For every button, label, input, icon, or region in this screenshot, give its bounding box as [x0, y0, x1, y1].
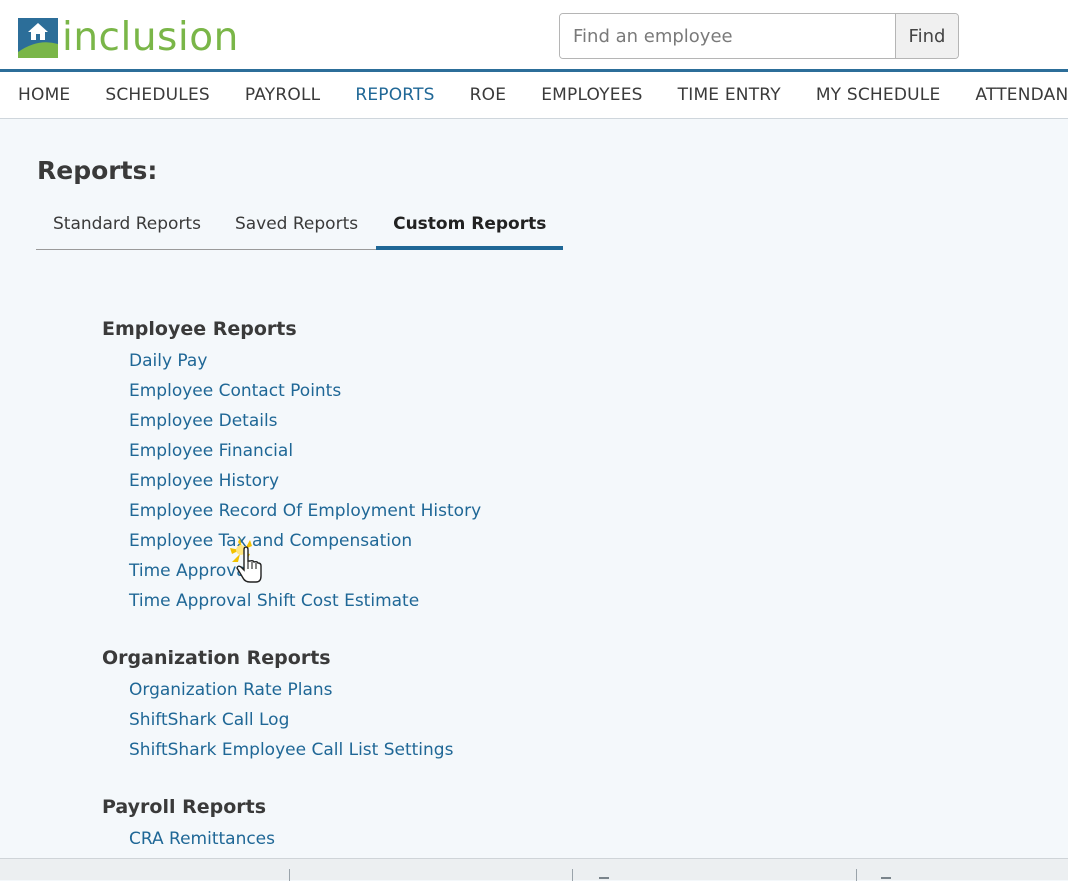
- nav-attendance[interactable]: ATTENDANCE: [975, 85, 1068, 105]
- report-link-time-approval[interactable]: Time Approval: [129, 556, 481, 586]
- logo-wordmark: inclusion: [62, 15, 239, 60]
- bottom-control[interactable]: [881, 877, 891, 879]
- bottom-divider: [572, 869, 573, 881]
- report-link-time-approval-shift-cost[interactable]: Time Approval Shift Cost Estimate: [129, 586, 481, 616]
- report-link-shiftshark-call-log[interactable]: ShiftShark Call Log: [129, 705, 453, 735]
- report-link-organization-rate-plans[interactable]: Organization Rate Plans: [129, 675, 453, 705]
- main-nav: HOME SCHEDULES PAYROLL REPORTS ROE EMPLO…: [0, 72, 1068, 119]
- section-organization-reports: Organization Reports Organization Rate P…: [102, 645, 453, 765]
- nav-schedules[interactable]: SCHEDULES: [105, 85, 210, 105]
- nav-roe[interactable]: ROE: [470, 85, 507, 105]
- report-link-employee-roe-history[interactable]: Employee Record Of Employment History: [129, 496, 481, 526]
- tab-saved-reports[interactable]: Saved Reports: [218, 205, 375, 249]
- bottom-divider: [856, 869, 857, 881]
- report-link-daily-pay[interactable]: Daily Pay: [129, 346, 481, 376]
- bottom-status-bar: [0, 858, 1068, 881]
- section-title: Employee Reports: [102, 318, 297, 340]
- report-link-employee-history[interactable]: Employee History: [129, 466, 481, 496]
- section-payroll-reports: Payroll Reports CRA Remittances: [102, 794, 275, 854]
- report-link-employee-financial[interactable]: Employee Financial: [129, 436, 481, 466]
- report-link-employee-details[interactable]: Employee Details: [129, 406, 481, 436]
- nav-time-entry[interactable]: TIME ENTRY: [678, 85, 781, 105]
- bottom-divider: [289, 869, 290, 881]
- find-button[interactable]: Find: [895, 14, 958, 58]
- nav-reports[interactable]: REPORTS: [355, 85, 434, 105]
- house-logo-icon: [18, 18, 58, 58]
- employee-search-input[interactable]: [560, 14, 895, 58]
- section-title: Payroll Reports: [102, 796, 267, 818]
- nav-my-schedule[interactable]: MY SCHEDULE: [816, 85, 941, 105]
- nav-payroll[interactable]: PAYROLL: [245, 85, 320, 105]
- app-header: inclusion Find: [0, 0, 1068, 72]
- bottom-control[interactable]: [599, 877, 609, 879]
- report-tabs: Standard Reports Saved Reports Custom Re…: [36, 205, 564, 250]
- report-link-employee-tax-compensation[interactable]: Employee Tax and Compensation: [129, 526, 481, 556]
- nav-employees[interactable]: EMPLOYEES: [541, 85, 642, 105]
- report-link-cra-remittances[interactable]: CRA Remittances: [129, 824, 275, 854]
- employee-search: Find: [559, 13, 959, 59]
- report-link-shiftshark-call-list-settings[interactable]: ShiftShark Employee Call List Settings: [129, 735, 453, 765]
- section-title: Organization Reports: [102, 647, 331, 669]
- nav-home[interactable]: HOME: [18, 85, 70, 105]
- report-link-employee-contact-points[interactable]: Employee Contact Points: [129, 376, 481, 406]
- inclusion-logo[interactable]: inclusion: [18, 16, 239, 60]
- tab-standard-reports[interactable]: Standard Reports: [36, 205, 218, 249]
- tab-custom-reports[interactable]: Custom Reports: [376, 205, 564, 250]
- section-employee-reports: Employee Reports Daily Pay Employee Cont…: [102, 316, 481, 616]
- page-title: Reports:: [37, 156, 158, 185]
